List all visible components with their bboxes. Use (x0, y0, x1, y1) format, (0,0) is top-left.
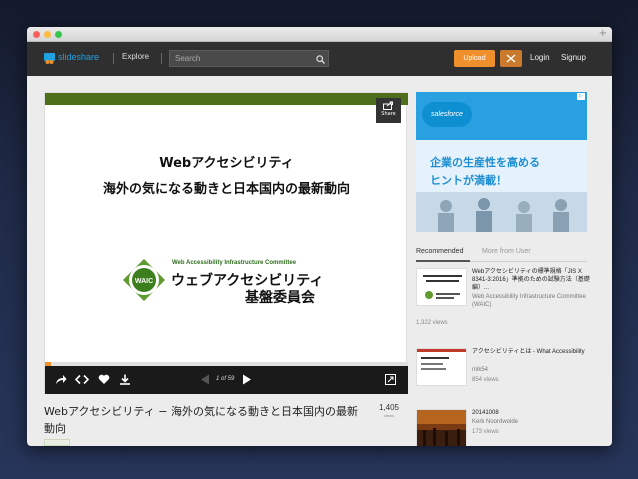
rec-thumbnail[interactable] (416, 409, 467, 446)
upload-button[interactable]: Upload (454, 50, 495, 67)
title-bar: + (27, 27, 612, 42)
minimize-window-button[interactable] (44, 31, 51, 38)
share-arrow-icon[interactable] (55, 374, 67, 385)
slideshare-logo-icon[interactable] (44, 53, 55, 64)
fullscreen-icon[interactable] (385, 374, 396, 385)
previous-slide-icon[interactable] (200, 374, 210, 385)
ad-people-image (416, 192, 587, 232)
slide-title-line2: 海外の気になる動きと日本国内の最新動向 (102, 182, 350, 197)
zoom-window-button[interactable] (55, 31, 62, 38)
view-count: 1,405 (378, 403, 400, 412)
signup-link[interactable]: Signup (561, 53, 586, 62)
rec-views: 1,322 views (416, 320, 448, 326)
embed-code-icon[interactable] (75, 374, 89, 385)
rec-title[interactable]: アクセシビリティとは - What Accessibility (472, 348, 590, 356)
org-english-name: Web Accessibility Infrastructure Committ… (172, 260, 297, 266)
browser-window: + slideshare Explore Upload Login Signup (27, 27, 612, 446)
rec-thumbnail-image (417, 349, 466, 385)
top-navbar: slideshare Explore Upload Login Signup (27, 42, 612, 76)
nav-divider (161, 53, 162, 64)
share-icon (383, 101, 393, 110)
slide-header-bar (45, 93, 408, 105)
rec-thumbnail-image (417, 410, 466, 446)
page-title: Webアクセシビリティ − 海外の気になる動きと日本国内の最新動向 (44, 405, 358, 435)
tab-more-from-user[interactable]: More from User (482, 248, 531, 255)
login-link[interactable]: Login (530, 53, 550, 62)
salesforce-ad[interactable]: salesforce ▷ 企業の生産性を高める ヒントが満載！ (416, 92, 587, 232)
rec-author[interactable]: Web Accessibility Infrastructure Committ… (472, 293, 590, 309)
related-tabs: Recommended More from User (416, 248, 587, 262)
slide-page-indicator: 1 of 59 (216, 376, 235, 382)
download-icon[interactable] (119, 374, 131, 385)
scissors-icon (506, 54, 516, 63)
rec-author[interactable]: Kerk Noordwolde (472, 418, 590, 426)
rec-views: 854 views (472, 377, 499, 383)
avatar[interactable] (44, 439, 70, 446)
ad-headline-line1: 企業の生産性を高める (430, 156, 540, 169)
ad-choices-icon[interactable]: ▷ (577, 93, 585, 100)
heart-icon[interactable] (98, 374, 110, 385)
rec-title[interactable]: 20141008 (472, 409, 590, 417)
rec-views: 173 views (472, 429, 499, 435)
rec-thumbnail-image (417, 269, 466, 305)
ad-header: salesforce (416, 92, 587, 140)
explore-link[interactable]: Explore (122, 52, 149, 61)
org-japanese-name-line2: 基盤委員会 (245, 290, 315, 306)
search-icon[interactable] (316, 55, 325, 64)
share-label: Share (381, 111, 396, 117)
active-tab-underline (416, 260, 470, 262)
view-count-label: views (383, 413, 394, 418)
tools-button[interactable] (500, 50, 522, 67)
waic-logo-icon: WAIC (123, 259, 165, 301)
nav-divider (113, 53, 114, 64)
new-tab-icon[interactable]: + (599, 28, 607, 39)
tab-recommended[interactable]: Recommended (416, 248, 463, 255)
rec-title[interactable]: Webアクセシビリティの標準規格「JIS X 8341-3:2016」準拠のため… (472, 268, 590, 292)
rec-thumbnail[interactable] (416, 348, 467, 386)
search-input[interactable] (169, 50, 329, 67)
ad-headline-line2: ヒントが満載！ (430, 174, 507, 187)
logo-text[interactable]: slideshare (58, 52, 99, 62)
share-button[interactable]: Share (376, 98, 401, 123)
slide-title-line1: Webアクセシビリティ (159, 156, 294, 171)
next-slide-icon[interactable] (242, 374, 252, 385)
salesforce-logo: salesforce (422, 102, 472, 127)
player-controls: 1 of 59 (45, 366, 408, 394)
close-window-button[interactable] (33, 31, 40, 38)
rec-author[interactable]: mlk54 (472, 366, 590, 374)
slide-player[interactable]: Share Webアクセシビリティ 海外の気になる動きと日本国内の最新動向 WA… (44, 92, 408, 394)
rec-thumbnail[interactable] (416, 268, 467, 306)
waic-logo-text: WAIC (135, 278, 153, 285)
